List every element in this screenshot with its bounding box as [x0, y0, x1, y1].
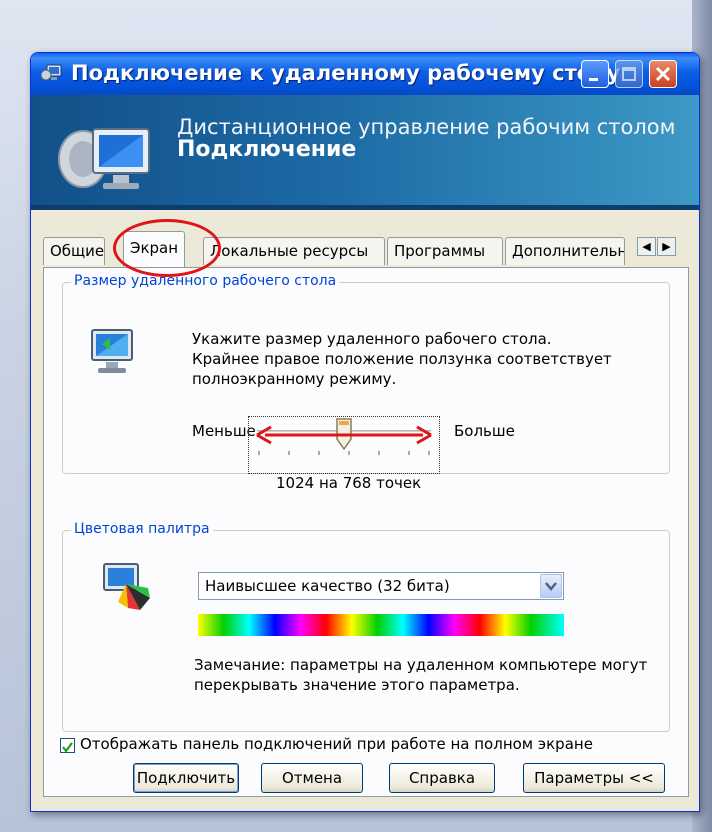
remote-desktop-window: Подключение к удаленному рабочему столу …: [30, 52, 700, 812]
minimize-icon: [589, 78, 598, 81]
chevron-left-icon: ◀: [642, 240, 651, 253]
color-note-line1: Замечание: параметры на удаленном компью…: [194, 656, 648, 674]
maximize-icon: [622, 67, 636, 81]
options-button[interactable]: Параметры <<: [523, 763, 665, 793]
header-banner: Дистанционное управление рабочим столом …: [31, 95, 699, 210]
tab-highlight-annotation: [113, 219, 221, 277]
display-size-desc-line3: полноэкранному режиму.: [192, 370, 397, 388]
maximize-button[interactable]: [615, 60, 643, 88]
minimize-button[interactable]: [581, 60, 609, 88]
chevron-down-icon: [545, 582, 557, 591]
resolution-slider[interactable]: [248, 416, 440, 474]
color-depth-select[interactable]: Наивысшее качество (32 бита): [198, 572, 564, 600]
tab-general[interactable]: Общие: [43, 237, 105, 265]
monitor-icon: [91, 329, 133, 373]
color-palette-group-title: Цветовая палитра: [71, 521, 213, 537]
remote-computer-icon: [58, 128, 150, 189]
slider-less-label: Меньше: [192, 422, 256, 440]
slider-range-arrow-annotation: [256, 425, 432, 445]
close-button[interactable]: [649, 60, 677, 88]
color-depth-value: Наивысшее качество (32 бита): [205, 577, 450, 595]
connection-bar-checkbox-label[interactable]: Отображать панель подключений при работе…: [80, 735, 593, 753]
color-depth-dropdown-button[interactable]: [540, 574, 562, 598]
tab-scroll-left-button[interactable]: ◀: [637, 237, 656, 256]
banner-subtitle: Дистанционное управление рабочим столом: [177, 115, 676, 139]
tab-advanced[interactable]: Дополнительно: [505, 237, 625, 265]
remote-desktop-icon: [41, 64, 62, 81]
banner-title: Подключение: [177, 137, 357, 162]
tab-programs[interactable]: Программы: [387, 237, 503, 265]
display-size-desc-line2: Крайнее правое положение ползунка соотве…: [192, 350, 612, 368]
resolution-readout: 1024 на 768 точек: [276, 474, 422, 492]
connect-button[interactable]: Подключить: [133, 763, 239, 793]
display-tab-panel: Размер удаленного рабочего стола Укажите…: [43, 267, 689, 797]
close-icon: [655, 66, 671, 82]
checkmark-icon: [62, 742, 73, 753]
color-note-line2: перекрывать значение этого параметра.: [194, 676, 520, 694]
tab-scroll-right-button[interactable]: ▶: [657, 237, 676, 256]
color-spectrum-bar: [198, 614, 564, 636]
cancel-button[interactable]: Отмена: [261, 763, 363, 793]
title-bar[interactable]: Подключение к удаленному рабочему столу: [31, 53, 699, 95]
display-size-desc-line1: Укажите размер удаленного рабочего стола…: [192, 330, 552, 348]
connection-bar-checkbox[interactable]: [60, 738, 75, 753]
tab-local-resources[interactable]: Локальные ресурсы: [203, 237, 385, 265]
slider-more-label: Больше: [454, 422, 515, 440]
color-palette-icon: [103, 563, 150, 610]
help-button[interactable]: Справка: [389, 763, 495, 793]
chevron-right-icon: ▶: [662, 240, 671, 253]
display-size-group-title: Размер удаленного рабочего стола: [71, 273, 340, 289]
window-title: Подключение к удаленному рабочему столу: [71, 61, 621, 85]
